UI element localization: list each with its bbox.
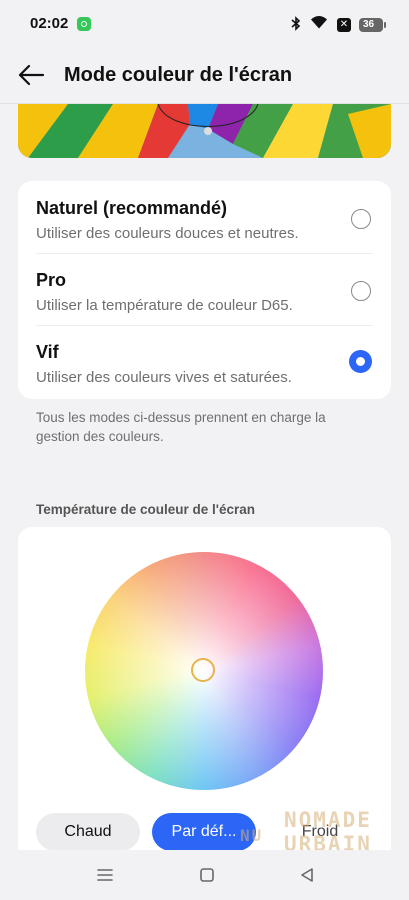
menu-icon [97, 869, 113, 881]
nav-back-button[interactable] [296, 864, 318, 886]
mode-title: Vif [36, 342, 59, 362]
status-bar: 02:02 ✕ 36 [0, 0, 409, 46]
bluetooth-icon [291, 15, 301, 34]
mode-title: Naturel (recommandé) [36, 198, 228, 218]
color-mode-list: Naturel (recommandé) Utiliser des couleu… [18, 181, 391, 399]
mode-description: Utiliser la température de couleur D65. [36, 297, 293, 314]
back-button[interactable] [16, 62, 46, 88]
radio-button-vif[interactable] [349, 350, 372, 373]
mode-option-naturel[interactable]: Naturel (recommandé) Utiliser des couleu… [18, 181, 391, 252]
status-icons: ✕ 36 [291, 14, 386, 35]
preview-image [18, 104, 391, 158]
radio-button-naturel[interactable] [351, 209, 371, 229]
home-button[interactable] [196, 864, 218, 886]
mode-option-vif[interactable]: Vif Utiliser des couleurs vives et satur… [18, 325, 391, 396]
preset-warm-button[interactable]: Chaud [36, 813, 140, 851]
arrow-left-icon [18, 64, 45, 86]
home-square-icon [200, 868, 214, 882]
status-time: 02:02 [30, 15, 69, 32]
temperature-section-label: Température de couleur de l'écran [36, 502, 256, 517]
page-title: Mode couleur de l'écran [64, 64, 293, 86]
mode-title: Pro [36, 270, 67, 290]
color-wheel-handle[interactable] [191, 658, 215, 682]
app-notification-icon [77, 17, 91, 31]
modes-footnote: Tous les modes ci-dessus prennent en cha… [36, 410, 326, 444]
preset-cool-button[interactable]: Froid [268, 813, 372, 851]
app-bar: Mode couleur de l'écran [0, 50, 409, 102]
battery-icon: 36 [359, 17, 386, 32]
color-temperature-card: Chaud Par déf... Froid [18, 527, 391, 857]
mode-option-pro[interactable]: Pro Utiliser la température de couleur D… [18, 253, 391, 324]
wifi-icon [309, 14, 329, 35]
back-triangle-icon [301, 868, 313, 882]
battery-level: 36 [363, 19, 375, 30]
navigation-bar [0, 850, 409, 900]
preset-default-button[interactable]: Par déf... [152, 813, 256, 851]
recent-apps-button[interactable] [94, 864, 116, 886]
mode-description: Utiliser des couleurs vives et saturées. [36, 369, 292, 386]
x-close-app-icon: ✕ [337, 17, 351, 32]
mode-description: Utiliser des couleurs douces et neutres. [36, 225, 299, 242]
radio-button-pro[interactable] [351, 281, 371, 301]
